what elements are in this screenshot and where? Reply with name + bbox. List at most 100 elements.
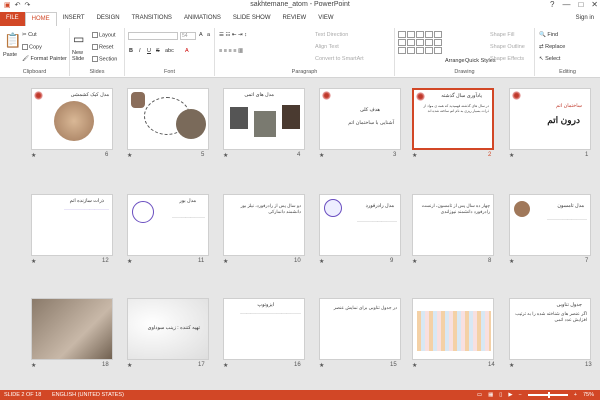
- animation-star-icon[interactable]: ★: [31, 152, 36, 159]
- align-text-button[interactable]: Align Text: [315, 44, 339, 50]
- paste-icon[interactable]: 📋: [4, 32, 21, 49]
- font-size-input[interactable]: 54: [180, 32, 196, 40]
- paste-button[interactable]: Paste: [3, 52, 17, 58]
- tab-slide-show[interactable]: SLIDE SHOW: [227, 12, 277, 26]
- grow-font-icon[interactable]: A: [199, 32, 203, 38]
- tab-file[interactable]: FILE: [0, 12, 25, 26]
- zoom-slider[interactable]: [527, 392, 568, 398]
- tab-insert[interactable]: INSERT: [57, 12, 91, 26]
- tab-review[interactable]: REVIEW: [277, 12, 313, 26]
- slide-body: ........................................…: [64, 207, 109, 211]
- slide-thumbnail-18[interactable]: [31, 298, 113, 360]
- select-button[interactable]: ↖ Select: [539, 56, 560, 62]
- cut-button[interactable]: ✂ Cut: [22, 32, 37, 38]
- sign-in-link[interactable]: Sign in: [576, 15, 594, 21]
- replace-button[interactable]: ⇄ Replace: [539, 44, 565, 50]
- animation-star-icon[interactable]: ★: [319, 258, 324, 265]
- slide-thumbnail-6[interactable]: مدل کیک کشمشی: [31, 88, 113, 150]
- animation-star-icon[interactable]: ★: [127, 362, 132, 369]
- animation-star-icon[interactable]: ★: [509, 152, 514, 159]
- tab-transitions[interactable]: TRANSITIONS: [126, 12, 178, 26]
- slide-thumbnail-5[interactable]: [127, 88, 209, 150]
- slides-group: ▭ New Slide Layout Reset Section Slides: [70, 28, 125, 76]
- font-color-icon[interactable]: A: [185, 48, 189, 54]
- slide-thumbnail-14[interactable]: [412, 298, 494, 360]
- animation-star-icon[interactable]: ★: [509, 362, 514, 369]
- animation-star-icon[interactable]: ★: [127, 258, 132, 265]
- slide-thumbnail-16[interactable]: ایزوتوپ ................................…: [223, 298, 305, 360]
- underline-button[interactable]: U: [147, 48, 151, 54]
- find-button[interactable]: 🔍 Find: [539, 32, 558, 38]
- animation-star-icon[interactable]: ★: [319, 362, 324, 369]
- slide-thumbnail-2[interactable]: یادآوری سال گذشته در سال های گذشته فهمید…: [412, 88, 494, 150]
- zoom-slider-knob[interactable]: [547, 392, 550, 398]
- slide-thumbnail-10[interactable]: دو سال پس از رادرفورد، نیلز بور دانشمند …: [223, 194, 305, 256]
- animation-star-icon[interactable]: ★: [223, 362, 228, 369]
- slide-body: در جدول تناوبی برای نمایش عنصر: [333, 305, 397, 310]
- shapes-gallery[interactable]: [398, 31, 442, 54]
- normal-view-icon[interactable]: ▭: [477, 392, 482, 398]
- slide-thumbnail-11[interactable]: مدل بور ................................…: [127, 194, 209, 256]
- help-button[interactable]: ?: [550, 0, 554, 9]
- slide-number: 9: [390, 258, 394, 264]
- slide-thumbnail-12[interactable]: ذرات سازنده اتم ........................…: [31, 194, 113, 256]
- animation-star-icon[interactable]: ★: [319, 152, 324, 159]
- slide-thumbnail-8[interactable]: چهار ده سال پس از تامسون، ارنست رادرفورد…: [412, 194, 494, 256]
- slide-thumbnail-3[interactable]: هدف کلی آشنایی با ساختمان اتم: [319, 88, 401, 150]
- tab-home[interactable]: HOME: [24, 12, 57, 26]
- bold-button[interactable]: B: [129, 48, 133, 54]
- new-slide-icon[interactable]: ▭: [73, 32, 84, 46]
- animation-star-icon[interactable]: ★: [127, 152, 132, 159]
- slide-number: 2: [488, 152, 492, 158]
- format-painter-button[interactable]: 🖌 Format Painter: [22, 56, 67, 62]
- maximize-button[interactable]: □: [578, 0, 583, 9]
- tab-view[interactable]: VIEW: [312, 12, 339, 26]
- tab-animations[interactable]: ANIMATIONS: [178, 12, 227, 26]
- slide-sorter-icon[interactable]: ▦: [488, 392, 493, 398]
- shape-effects-button[interactable]: Shape Effects: [490, 56, 524, 62]
- font-name-input[interactable]: [128, 32, 178, 40]
- shape-outline-button[interactable]: Shape Outline: [490, 44, 525, 50]
- animation-star-icon[interactable]: ★: [412, 362, 417, 369]
- shadow-button[interactable]: abc: [165, 48, 174, 54]
- text-direction-button[interactable]: Text Direction: [315, 32, 348, 38]
- animation-star-icon[interactable]: ★: [412, 258, 417, 265]
- animation-star-icon[interactable]: ★: [412, 152, 417, 159]
- slide-thumbnail-15[interactable]: در جدول تناوبی برای نمایش عنصر: [319, 298, 401, 360]
- new-slide-button[interactable]: New Slide: [72, 50, 92, 62]
- atom-icon: [132, 201, 154, 223]
- slide-thumbnail-1[interactable]: ساختمان اتم درون اتم: [509, 88, 591, 150]
- animation-star-icon[interactable]: ★: [31, 258, 36, 265]
- close-button[interactable]: ✕: [591, 0, 598, 9]
- slide-thumbnail-7[interactable]: مدل تامسون .............................…: [509, 194, 591, 256]
- align-icons[interactable]: ≡ ≡ ≡ ≡ ▥: [219, 48, 243, 54]
- slide-thumbnail-9[interactable]: مدل رادرفورد ...........................…: [319, 194, 401, 256]
- italic-button[interactable]: I: [139, 48, 141, 54]
- shape-fill-button[interactable]: Shape Fill: [490, 32, 514, 38]
- slide-thumbnail-13[interactable]: جدول تناوبی اگر عنصر های شناخته شده را ب…: [509, 298, 591, 360]
- arrange-button[interactable]: Arrange: [445, 58, 465, 64]
- zoom-in-button[interactable]: +: [574, 392, 577, 398]
- animation-star-icon[interactable]: ★: [509, 258, 514, 265]
- animation-star-icon[interactable]: ★: [31, 362, 36, 369]
- slide-thumbnail-4[interactable]: مدل های اتمی: [223, 88, 305, 150]
- slideshow-icon[interactable]: ▶: [508, 392, 512, 398]
- slide-thumbnail-17[interactable]: تهیه کننده : زینب سوداوی: [127, 298, 209, 360]
- smartart-button[interactable]: Convert to SmartArt: [315, 56, 364, 62]
- shrink-font-icon[interactable]: a: [207, 32, 210, 38]
- layout-button[interactable]: Layout: [92, 32, 116, 38]
- language-indicator[interactable]: ENGLISH (UNITED STATES): [52, 392, 124, 398]
- copy-button[interactable]: Copy: [22, 44, 42, 50]
- tab-design[interactable]: DESIGN: [91, 12, 126, 26]
- bullets-icon[interactable]: ☰ ☷ ⇤ ⇥ ↕: [219, 32, 247, 38]
- animation-star-icon[interactable]: ★: [223, 152, 228, 159]
- animation-star-icon[interactable]: ★: [223, 258, 228, 265]
- reset-button[interactable]: Reset: [92, 44, 113, 50]
- reading-view-icon[interactable]: ▯: [499, 392, 502, 398]
- minimize-button[interactable]: —: [562, 0, 570, 9]
- zoom-level[interactable]: 75%: [583, 392, 594, 398]
- zoom-out-button[interactable]: −: [519, 392, 522, 398]
- strikethrough-button[interactable]: S: [156, 48, 160, 54]
- ribbon: 📋 Paste ✂ Cut Copy 🖌 Format Painter Clip…: [0, 26, 600, 78]
- section-button[interactable]: Section: [92, 56, 117, 62]
